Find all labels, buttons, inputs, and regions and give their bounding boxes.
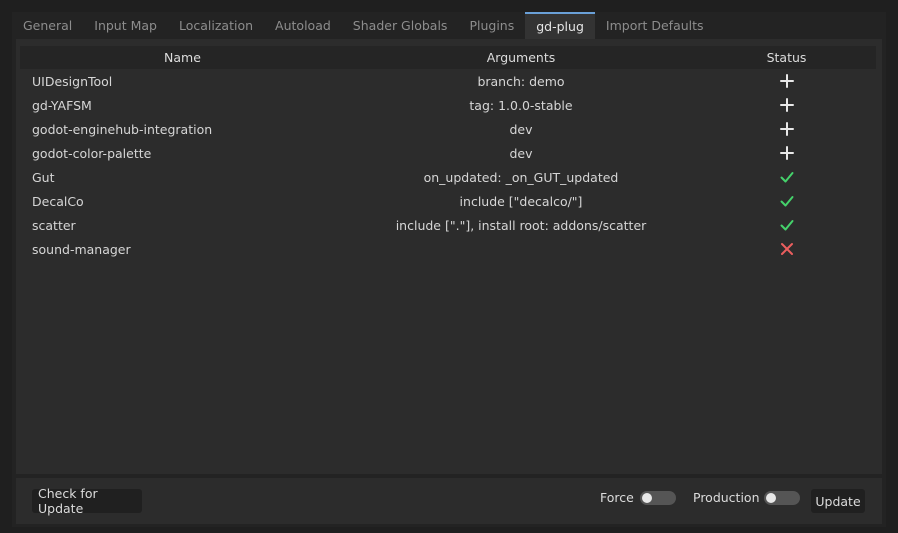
bottom-bar: Check for Update Force Production Update	[16, 478, 882, 524]
force-toggle[interactable]	[640, 491, 676, 505]
column-header-name[interactable]: Name	[20, 50, 345, 65]
tab-shader-globals[interactable]: Shader Globals	[342, 12, 459, 39]
plugin-name-cell: DecalCo	[32, 193, 84, 209]
checkmark-icon	[779, 193, 795, 209]
table-row[interactable]: sound-manager	[20, 237, 876, 261]
table-row[interactable]: godot-color-palette dev	[20, 141, 876, 165]
force-label: Force	[600, 490, 634, 505]
column-header-status[interactable]: Status	[697, 50, 876, 65]
checkmark-icon	[779, 169, 795, 185]
plugin-name-cell: godot-enginehub-integration	[32, 121, 213, 137]
tab-input-map[interactable]: Input Map	[83, 12, 168, 39]
plus-icon	[779, 73, 795, 89]
tab-general[interactable]: General	[12, 12, 83, 39]
gd-plug-panel: Name Arguments Status UIDesignTool branch…	[16, 39, 882, 474]
production-toggle[interactable]	[764, 491, 800, 505]
plugin-arguments-cell: on_updated: _on_GUT_updated	[423, 169, 619, 185]
checkmark-icon	[779, 217, 795, 233]
tab-bar: General Input Map Localization Autoload Shad…	[12, 12, 886, 39]
cross-icon	[779, 241, 795, 257]
plugin-arguments-cell: branch: demo	[477, 73, 565, 89]
table-row[interactable]: gd-YAFSM tag: 1.0.0-stable	[20, 93, 876, 117]
plugin-name-cell: sound-manager	[32, 241, 131, 257]
tab-gd-plug[interactable]: gd-plug	[525, 12, 595, 39]
plugin-name-cell: UIDesignTool	[32, 73, 113, 89]
project-settings-window: General Input Map Localization Autoload Shad…	[12, 12, 886, 527]
plugin-name-cell: Gut	[32, 169, 55, 185]
table-row[interactable]: Gut on_updated: _on_GUT_updated	[20, 165, 876, 189]
plugin-name-cell: godot-color-palette	[32, 145, 152, 161]
production-label: Production	[693, 490, 760, 505]
plugin-table: Name Arguments Status UIDesignTool branch…	[20, 46, 876, 471]
plus-icon	[779, 145, 795, 161]
plugin-status-cell	[697, 97, 876, 113]
table-row[interactable]: godot-enginehub-integration dev	[20, 117, 876, 141]
tab-plugins[interactable]: Plugins	[458, 12, 525, 39]
tab-import-defaults[interactable]: Import Defaults	[595, 12, 715, 39]
plugin-status-cell	[697, 145, 876, 161]
plus-icon	[779, 97, 795, 113]
table-row[interactable]: UIDesignTool branch: demo	[20, 69, 876, 93]
update-button[interactable]: Update	[811, 489, 865, 513]
plugin-arguments-cell: include ["."], install root: addons/scat…	[395, 217, 647, 233]
force-toggle-knob	[642, 493, 652, 503]
plus-icon	[779, 121, 795, 137]
plugin-status-cell	[697, 169, 876, 185]
plugin-status-cell	[697, 217, 876, 233]
plugin-status-cell	[697, 193, 876, 209]
plugin-status-cell	[697, 73, 876, 89]
plugin-arguments-cell: include ["decalco/"]	[459, 193, 583, 209]
plugin-name-cell: gd-YAFSM	[32, 97, 92, 113]
plugin-status-cell	[697, 121, 876, 137]
production-toggle-knob	[766, 493, 776, 503]
table-row[interactable]: scatter include ["."], install root: addo…	[20, 213, 876, 237]
tab-localization[interactable]: Localization	[168, 12, 264, 39]
table-header: Name Arguments Status	[20, 46, 876, 69]
plugin-arguments-cell: dev	[509, 121, 533, 137]
table-row[interactable]: DecalCo include ["decalco/"]	[20, 189, 876, 213]
tab-autoload[interactable]: Autoload	[264, 12, 342, 39]
plugin-arguments-cell: dev	[509, 145, 533, 161]
column-header-arguments[interactable]: Arguments	[345, 50, 697, 65]
check-for-update-button[interactable]: Check for Update	[32, 486, 142, 516]
plugin-status-cell	[697, 241, 876, 257]
plugin-arguments-cell: tag: 1.0.0-stable	[469, 97, 573, 113]
plugin-name-cell: scatter	[32, 217, 76, 233]
